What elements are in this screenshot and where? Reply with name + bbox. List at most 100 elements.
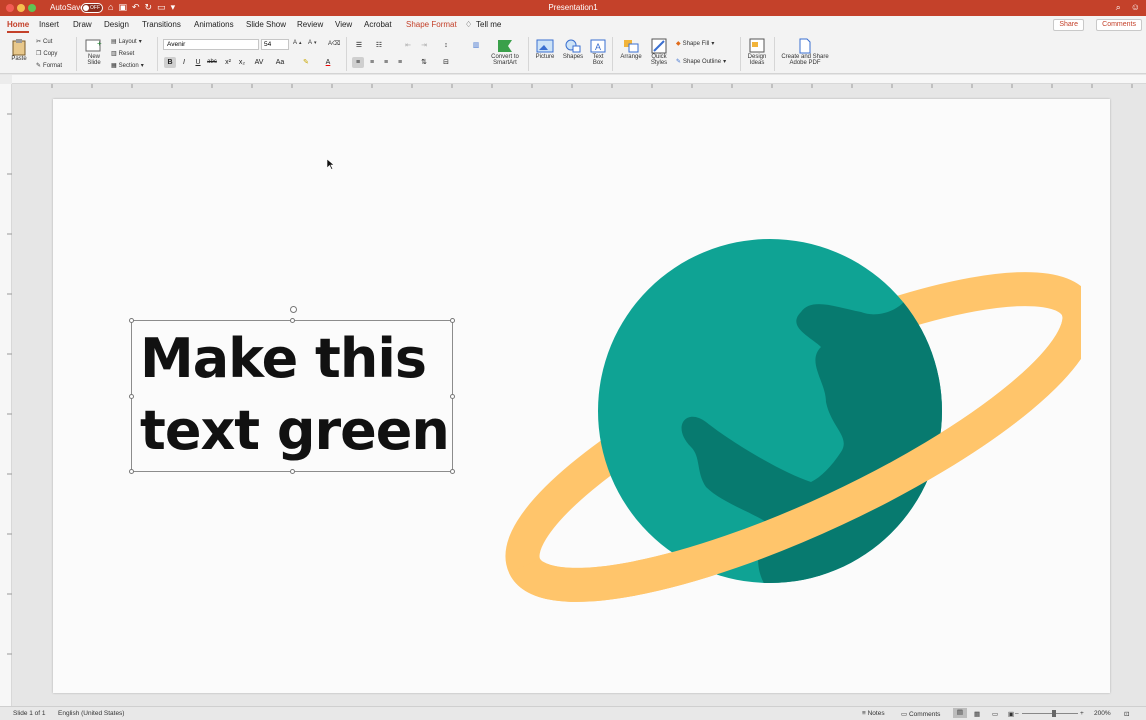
line-spacing-icon[interactable]: ↕ [440, 40, 452, 51]
tab-animations[interactable]: Animations [194, 20, 234, 29]
justify-icon[interactable]: ≡ [394, 57, 406, 68]
status-bar: Slide 1 of 1 English (United States) ≡ N… [0, 706, 1146, 720]
subscript-icon[interactable]: x₂ [236, 57, 248, 68]
tab-tell-me[interactable]: Tell me [476, 20, 501, 29]
clear-format-icon[interactable]: A⌫ [328, 40, 341, 47]
shrink-font-icon[interactable]: A ▾ [308, 40, 317, 46]
strikethrough-button[interactable]: abc [206, 57, 218, 68]
clipboard-icon [12, 39, 26, 56]
resize-handle[interactable] [129, 318, 134, 323]
bullets-icon[interactable]: ☰ [353, 40, 365, 51]
tab-insert[interactable]: Insert [39, 20, 59, 29]
search-icon[interactable]: ⌕ [1116, 2, 1121, 13]
align-text-icon[interactable]: ⊟ [440, 57, 452, 68]
align-right-icon[interactable]: ≡ [380, 57, 392, 68]
document-title: Presentation1 [548, 3, 598, 12]
zoom-slider-handle[interactable] [1052, 710, 1056, 717]
tab-shape-format[interactable]: Shape Format [406, 20, 457, 29]
quick-styles-button[interactable]: Quick Styles [648, 38, 670, 66]
layout-button[interactable]: ▤ Layout ▾ [111, 38, 142, 46]
tab-slide-show[interactable]: Slide Show [246, 20, 286, 29]
tab-view[interactable]: View [335, 20, 352, 29]
paste-button[interactable]: Paste [6, 38, 32, 62]
reading-view-icon[interactable]: ▭ [992, 710, 998, 718]
zoom-in-icon[interactable]: + [1080, 710, 1084, 717]
section-button[interactable]: ▦ Section ▾ [111, 62, 144, 70]
convert-smartart-button[interactable]: Convert to SmartArt [488, 38, 522, 66]
columns-icon[interactable]: ▥ [470, 40, 482, 51]
zoom-out-icon[interactable]: – [1015, 710, 1019, 717]
zoom-level[interactable]: 200% [1094, 710, 1111, 717]
tab-acrobat[interactable]: Acrobat [364, 20, 392, 29]
slide-text[interactable]: Make this text green [140, 323, 450, 467]
superscript-icon[interactable]: x² [222, 57, 234, 68]
increase-indent-icon[interactable]: ⇥ [418, 40, 430, 51]
horizontal-ruler [12, 75, 1146, 88]
selected-text-box[interactable]: Make this text green [129, 306, 455, 474]
slide-text-line-1[interactable]: Make this [140, 323, 449, 395]
grow-font-icon[interactable]: A ▴ [293, 40, 302, 46]
resize-handle[interactable] [450, 394, 455, 399]
scissors-icon: ✂ [36, 39, 42, 45]
resize-handle[interactable] [129, 469, 134, 474]
font-name-field[interactable]: Avenir [163, 39, 259, 50]
notes-button[interactable]: ≡ Notes [862, 710, 885, 717]
planet-graphic [505, 239, 1097, 602]
slideshow-view-icon[interactable]: ▣ [1008, 710, 1014, 718]
font-size-field[interactable]: 54 [261, 39, 289, 50]
normal-view-icon[interactable]: ▤ [953, 708, 967, 718]
tab-transitions[interactable]: Transitions [142, 20, 181, 29]
numbering-icon[interactable]: ☷ [373, 40, 385, 51]
bold-button[interactable]: B [164, 57, 176, 68]
slide-sorter-icon[interactable]: ▦ [974, 710, 980, 718]
resize-handle[interactable] [450, 318, 455, 323]
tab-review[interactable]: Review [297, 20, 323, 29]
tab-home[interactable]: Home [7, 20, 30, 33]
char-spacing-icon[interactable]: AV [250, 57, 268, 68]
language-indicator[interactable]: English (United States) [58, 710, 124, 717]
text-box-button[interactable]: A Text Box [588, 38, 608, 66]
create-share-pdf-button[interactable]: Create and Share Adobe PDF [779, 38, 831, 66]
comments-status-button[interactable]: ▭ Comments [901, 710, 940, 718]
underline-button[interactable]: U [192, 57, 204, 68]
resize-handle[interactable] [290, 469, 295, 474]
reset-button[interactable]: ▥ Reset [111, 50, 134, 58]
change-case-icon[interactable]: Aa [272, 57, 288, 68]
decrease-indent-icon[interactable]: ⇤ [402, 40, 414, 51]
share-button[interactable]: Share [1053, 19, 1084, 31]
arrange-icon [624, 40, 639, 53]
cut-button[interactable]: ✂ Cut [36, 38, 52, 46]
shape-fill-button[interactable]: ◆ Shape Fill ▾ [676, 40, 714, 48]
design-ideas-icon [749, 38, 765, 53]
resize-handle[interactable] [129, 394, 134, 399]
align-left-icon[interactable]: ≡ [352, 57, 364, 68]
copy-icon: ❐ [36, 51, 42, 57]
slide-canvas[interactable]: Make this text green [53, 99, 1110, 693]
arrange-button[interactable]: Arrange [618, 38, 644, 60]
italic-button[interactable]: I [178, 57, 190, 68]
layout-icon: ▤ [111, 39, 117, 45]
fit-slide-icon[interactable]: ⊡ [1124, 710, 1129, 718]
rotate-handle[interactable] [290, 306, 297, 313]
title-bar: AutoSave OFF ⌂ ▣ ↶ ↻ ▭ ▾ Presentation1 ⌕… [0, 0, 1146, 16]
text-direction-icon[interactable]: ⇅ [418, 57, 430, 68]
align-center-icon[interactable]: ≡ [366, 57, 378, 68]
zoom-slider[interactable] [1022, 713, 1078, 714]
format-painter-button[interactable]: ✎ Format [36, 62, 62, 70]
mouse-pointer-icon [327, 159, 335, 170]
comments-button[interactable]: Comments [1096, 19, 1142, 31]
resize-handle[interactable] [450, 469, 455, 474]
copy-button[interactable]: ❐ Copy [36, 50, 57, 58]
slide-text-line-2[interactable]: text green [140, 395, 450, 467]
highlight-icon[interactable]: ✎ [300, 57, 312, 68]
design-ideas-button[interactable]: Design Ideas [744, 38, 770, 66]
planet-illustration[interactable] [481, 227, 1097, 652]
new-slide-button[interactable]: + New Slide [82, 38, 106, 66]
font-color-icon[interactable]: A [322, 57, 334, 68]
picture-button[interactable]: Picture [533, 38, 557, 60]
tab-design[interactable]: Design [104, 20, 129, 29]
tab-draw[interactable]: Draw [73, 20, 92, 29]
shapes-button[interactable]: Shapes [561, 38, 585, 60]
shape-outline-button[interactable]: ✎ Shape Outline ▾ [676, 58, 726, 66]
account-icon[interactable]: ☺ [1131, 2, 1140, 13]
